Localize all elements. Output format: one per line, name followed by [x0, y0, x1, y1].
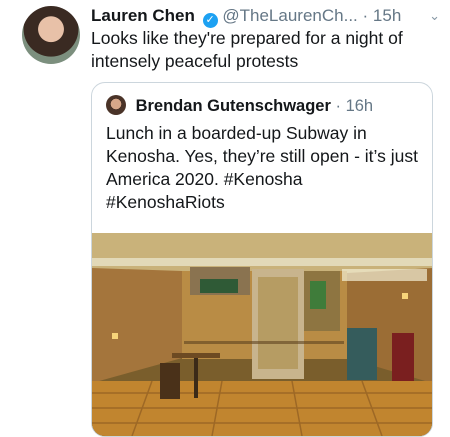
quoted-tweet-time: 16h [345, 97, 374, 115]
author-name[interactable]: Lauren Chen [91, 6, 195, 25]
tweet-header: Lauren Chen ✓ @TheLaurenCh... · 15h ⌄ [91, 4, 442, 28]
chevron-down-icon[interactable]: ⌄ [429, 4, 440, 28]
quoted-tweet-text: Lunch in a boarded-up Subway in Kenosha.… [106, 123, 418, 212]
attached-photo[interactable] [92, 233, 432, 436]
timestamp-separator: · [362, 6, 369, 25]
restaurant-interior-image [92, 233, 432, 436]
verified-check-icon: ✓ [202, 13, 218, 28]
tweet-time[interactable]: 15h [373, 6, 401, 25]
tweet-text: Looks like they're prepared for a night … [91, 28, 403, 71]
quoted-author-name: Brendan Gutenschwager [135, 97, 331, 115]
quoted-tweet-card[interactable]: Brendan Gutenschwager · 16h Lunch in a b… [91, 82, 433, 437]
quoted-tweet-header: Brendan Gutenschwager · 16h [106, 95, 373, 117]
author-handle[interactable]: @TheLaurenCh... [222, 6, 357, 25]
quoted-timestamp-separator: · [335, 97, 341, 115]
author-avatar[interactable] [22, 6, 80, 64]
quoted-author-avatar [106, 95, 126, 115]
